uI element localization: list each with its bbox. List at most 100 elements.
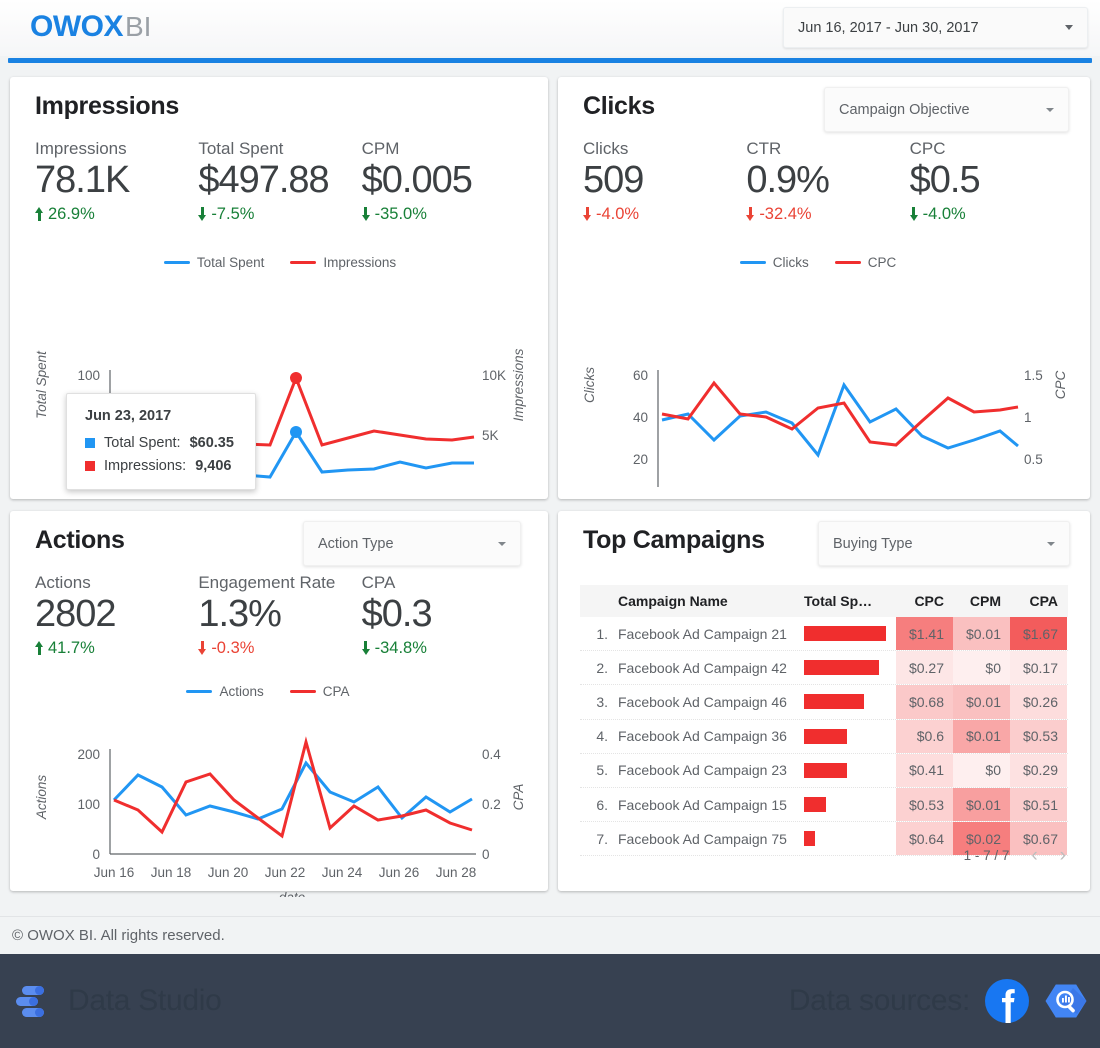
scorecard-label: CPC: [909, 139, 946, 158]
impressions-card: Impressions Impressions 78.1K 26.9% Tota…: [10, 77, 548, 499]
scorecard-label: Impressions: [35, 139, 127, 158]
legend-swatch: [163, 260, 190, 265]
table-pagination: 1 - 7 / 7 ‹ ›: [964, 846, 1066, 865]
row-cpc: $0.6: [896, 719, 953, 753]
row-total-spent-bar: [804, 797, 896, 813]
scorecard-total-spent: Total Spent $497.88 -7.5%: [198, 139, 361, 224]
scorecard-delta: -7.5%: [198, 205, 361, 224]
table-row[interactable]: 3. Facebook Ad Campaign 46 $0.68 $0.01 $0.26: [580, 685, 1068, 720]
table-header-row: Campaign Name Total Sp… CPC CPM CPA: [580, 585, 1068, 617]
col-total-spent[interactable]: Total Sp…: [804, 593, 896, 609]
impressions-scorecards: Impressions 78.1K 26.9% Total Spent $497…: [35, 139, 525, 224]
table-row[interactable]: 5. Facebook Ad Campaign 23 $0.41 $0 $0.29: [580, 753, 1068, 788]
row-index: 1.: [596, 625, 608, 642]
col-cpc[interactable]: CPC: [896, 585, 953, 617]
scorecard-delta: -4.0%: [909, 205, 1073, 224]
impressions-chart-legend: Total Spent Impressions: [70, 255, 490, 270]
legend-item-cpa: CPA: [289, 684, 350, 699]
chevron-down-icon: [1046, 107, 1054, 112]
row-index: 2.: [596, 659, 608, 676]
y-left-tick: 60: [633, 368, 648, 383]
scorecard-delta: -4.0%: [583, 205, 746, 224]
tooltip-swatch: [85, 438, 95, 448]
arrow-down-icon: [361, 207, 370, 222]
tooltip-swatch: [85, 461, 95, 471]
row-cpc: $0.27: [896, 651, 953, 685]
row-index: 7.: [596, 830, 608, 847]
row-cpm: $0: [953, 651, 1010, 685]
bottom-bar: Data Studio Data sources:: [0, 954, 1100, 1048]
y-axis-right-title: Impressions: [511, 348, 526, 421]
row-total-spent-bar: [804, 762, 896, 778]
table-row[interactable]: 1. Facebook Ad Campaign 21 $1.41 $0.01 $1.67: [580, 617, 1068, 652]
filter-value: Buying Type: [833, 535, 913, 552]
tooltip-label: Total Spent:: [104, 435, 181, 451]
scorecard-label: Total Spent: [198, 139, 284, 158]
x-axis-title: date: [279, 890, 305, 897]
row-campaign-name: Facebook Ad Campaign 15: [618, 796, 787, 813]
table-row[interactable]: 4. Facebook Ad Campaign 36 $0.6 $0.01 $0.53: [580, 719, 1068, 754]
buying-type-filter[interactable]: Buying Type: [818, 521, 1070, 566]
arrow-down-icon: [361, 641, 370, 656]
y-right-tick: 0.5: [1024, 452, 1043, 467]
x-tick: Jun 16: [94, 865, 135, 880]
date-range-value: Jun 16, 2017 - Jun 30, 2017: [798, 19, 979, 36]
actions-card-title: Actions: [35, 526, 125, 554]
row-campaign-name: Facebook Ad Campaign 36: [618, 728, 787, 745]
arrow-down-icon: [909, 207, 918, 222]
chevron-down-icon: [1065, 25, 1073, 30]
tooltip-title: Jun 23, 2017: [85, 408, 172, 424]
next-page-icon[interactable]: ›: [1060, 846, 1066, 865]
x-tick: Jun 20: [208, 865, 249, 880]
y-axis-left-title: Actions: [34, 775, 49, 821]
prev-page-icon[interactable]: ‹: [1031, 846, 1037, 865]
logo-bi-text: BI: [125, 11, 152, 42]
y-axis-right-title: CPC: [1053, 371, 1068, 400]
legend-label: Clicks: [772, 255, 809, 270]
scorecard-delta-text: 26.9%: [48, 204, 95, 223]
row-cpm: $0.01: [953, 719, 1010, 753]
header-accent-bar: [8, 58, 1092, 63]
table-row[interactable]: 2. Facebook Ad Campaign 42 $0.27 $0 $0.17: [580, 651, 1068, 686]
facebook-icon[interactable]: [984, 978, 1030, 1024]
top-campaigns-card: Top Campaigns Buying Type Campaign Name …: [558, 511, 1090, 891]
row-cpa: $0.53: [1010, 719, 1067, 753]
y-left-tick: 100: [77, 368, 100, 383]
scorecard-delta-text: -7.5%: [211, 204, 255, 223]
row-cpa: $0.26: [1010, 685, 1067, 719]
x-tick: Jun 26: [379, 865, 420, 880]
row-cpa: $1.67: [1010, 617, 1067, 651]
scorecard-delta: 41.7%: [35, 639, 198, 658]
scorecard-value: 509: [583, 159, 644, 201]
scorecard-value: 0.9%: [746, 159, 830, 201]
action-type-filter[interactable]: Action Type: [303, 521, 521, 566]
table-row[interactable]: 6. Facebook Ad Campaign 15 $0.53 $0.01 $0.51: [580, 787, 1068, 823]
impressions-card-title: Impressions: [35, 92, 179, 120]
y-right-tick: 1: [1024, 410, 1032, 425]
actions-line-chart[interactable]: Actions CPA 200 100 0 0.4 0.2 0 Jun 16 J…: [24, 707, 544, 897]
scorecard-delta-text: -4.0%: [596, 204, 640, 223]
data-studio-logo-icon: [16, 986, 44, 1017]
col-cpa[interactable]: CPA: [1010, 585, 1067, 617]
col-campaign-name[interactable]: Campaign Name: [618, 593, 804, 609]
scorecard-value: $0.5: [909, 159, 981, 201]
legend-swatch: [289, 689, 316, 694]
x-tick: Jun 24: [322, 865, 363, 880]
bigquery-icon[interactable]: [1044, 979, 1088, 1023]
legend-item-clicks: Clicks: [739, 255, 809, 270]
highlight-point-impressions: [290, 372, 302, 384]
row-cpm: $0.01: [953, 787, 1010, 822]
y-axis-right-title: CPA: [511, 784, 526, 811]
clicks-line-chart[interactable]: Clicks CPC 60 40 20 0 1.5 1 0.5 0 Jun 16…: [572, 277, 1087, 487]
app-header: OWOX BI Jun 16, 2017 - Jun 30, 2017: [0, 0, 1100, 56]
scorecard-value: 1.3%: [198, 593, 282, 635]
series-line-clicks: [661, 381, 1019, 458]
logo-owox-text: OWOX: [30, 10, 124, 43]
legend-swatch: [290, 260, 317, 265]
row-cpm: $0.01: [953, 617, 1010, 651]
legend-item-cpc: CPC: [834, 255, 896, 270]
campaign-objective-filter[interactable]: Campaign Objective: [824, 87, 1069, 132]
row-cpc: $0.41: [896, 753, 953, 787]
date-range-selector[interactable]: Jun 16, 2017 - Jun 30, 2017: [783, 7, 1088, 48]
col-cpm[interactable]: CPM: [953, 585, 1010, 617]
